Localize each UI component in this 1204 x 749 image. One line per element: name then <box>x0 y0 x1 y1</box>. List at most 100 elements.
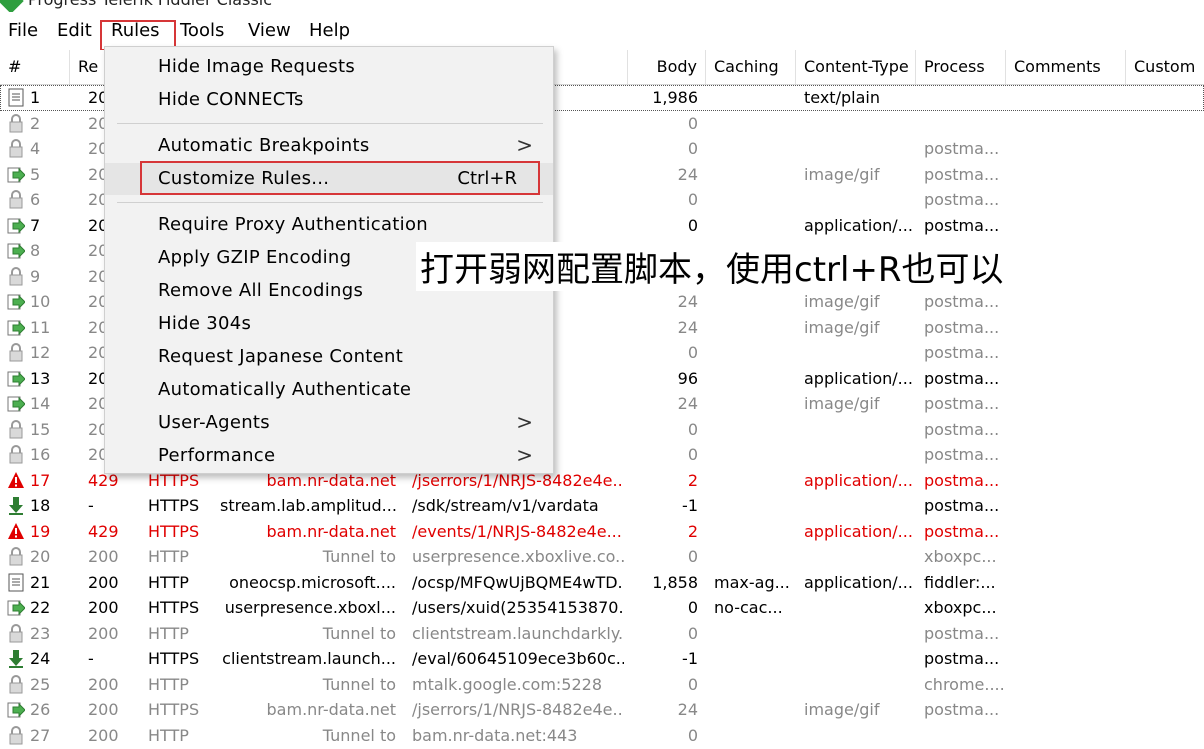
menu-bar: File Edit Rules Tools View Help <box>0 14 1204 48</box>
col-custom-header[interactable]: Custom <box>1126 50 1204 84</box>
session-row[interactable]: 20 200 HTTP Tunnel to userpresence.xboxlive.… <box>0 544 1204 570</box>
cell-process: fiddler:... <box>924 572 996 592</box>
menu-item-require-proxy-auth[interactable]: Require Proxy Authentication <box>105 209 553 241</box>
cell-content-type <box>804 544 916 570</box>
cell-result: - <box>88 649 94 668</box>
cell-host: oneocsp.microsoft.... <box>229 572 396 592</box>
cell-body: 24 <box>677 700 698 719</box>
col-body-header[interactable]: Body <box>628 50 706 84</box>
cell-host: stream.lab.amplitud... <box>220 496 396 515</box>
session-row[interactable]: 19 429 HTTPS bam.nr-data.net/events/1/NRJS-… <box>0 519 1204 545</box>
menu-item-hide-image-requests[interactable]: Hide Image Requests <box>105 51 553 83</box>
cell-protocol: HTTPS <box>148 598 200 617</box>
col-content-type-header[interactable]: Content-Type <box>796 50 916 84</box>
menu-item-request-japanese[interactable]: Request Japanese Content <box>105 341 553 373</box>
cell-result: 200 <box>88 623 119 643</box>
cell-num: 9 <box>30 266 41 286</box>
cell-process: postma... <box>924 139 1000 158</box>
col-url-header-edge[interactable] <box>552 50 628 84</box>
window-title: Progress Telerik Fiddler Classic <box>28 0 272 9</box>
cell-caching <box>714 672 798 698</box>
session-row[interactable]: 23 200 HTTP Tunnel to clientstream.launchdar… <box>0 621 1204 647</box>
lock-icon <box>7 190 25 209</box>
cell-caching: no-cac... <box>714 598 783 617</box>
cell-num: 22 <box>30 598 51 617</box>
cell-body: 0 <box>687 113 698 133</box>
menu-edit[interactable]: Edit <box>57 20 92 41</box>
cell-content-type <box>804 442 916 468</box>
col-comments-header[interactable]: Comments <box>1006 50 1126 84</box>
cell-result: 200 <box>88 572 119 592</box>
cell-num: 11 <box>30 317 51 337</box>
lock-icon <box>7 113 25 133</box>
cell-num: 7 <box>30 215 41 235</box>
image-arrow-icon <box>7 700 26 719</box>
menu-item-label: Hide Image Requests <box>158 56 356 77</box>
cell-caching <box>714 544 798 570</box>
cell-content-type: image/gif <box>804 394 880 413</box>
col-num-header[interactable]: # <box>0 50 70 84</box>
col-process-header[interactable]: Process <box>916 50 1006 84</box>
cell-protocol: HTTP <box>148 623 189 643</box>
cell-body: 96 <box>677 368 698 388</box>
cell-body: 0 <box>687 725 698 745</box>
cell-content-type <box>804 621 916 647</box>
session-row[interactable]: 25 200 HTTP Tunnel to mtalk.google.com:5228 0… <box>0 672 1204 698</box>
session-row[interactable]: 24 - HTTPS clientstream.launch... /eval/6064… <box>0 646 1204 672</box>
image-arrow-icon <box>7 165 26 184</box>
cell-process: postma... <box>924 700 1000 719</box>
cell-protocol: HTTPS <box>148 700 200 719</box>
cell-content-type <box>804 417 916 443</box>
menu-item-automatic-breakpoints[interactable]: Automatic Breakpoints > <box>105 130 553 162</box>
cell-result: 200 <box>88 700 119 719</box>
cell-protocol: HTTP <box>148 725 189 745</box>
cell-result: 200 <box>88 674 119 694</box>
cell-content-type: application/... <box>804 470 913 490</box>
menu-item-user-agents[interactable]: User-Agents > <box>105 407 553 439</box>
menu-separator <box>117 123 543 124</box>
session-row[interactable]: 21 200 HTTP oneocsp.microsoft.... /ocsp/MFQw… <box>0 570 1204 596</box>
cell-result: - <box>88 496 94 515</box>
cell-host: bam.nr-data.net <box>266 700 396 719</box>
cell-process: postma... <box>924 292 1000 311</box>
menu-item-performance[interactable]: Performance > <box>105 440 553 472</box>
cell-body: 0 <box>687 623 698 643</box>
cell-caching: max-ag... <box>714 572 790 592</box>
cell-content-type: text/plain <box>804 88 880 107</box>
cell-num: 12 <box>30 343 51 362</box>
cell-process: postma... <box>924 496 1000 515</box>
menu-item-hide-304s[interactable]: Hide 304s <box>105 308 553 340</box>
cell-num: 4 <box>30 139 41 158</box>
submenu-arrow-icon: > <box>516 443 533 467</box>
cell-num: 16 <box>30 445 51 464</box>
cell-body: 0 <box>687 445 698 464</box>
cell-result: 200 <box>88 547 119 566</box>
menu-view[interactable]: View <box>248 20 291 41</box>
session-row[interactable]: 27 200 HTTP Tunnel to bam.nr-data.net:443 0 <box>0 723 1204 749</box>
cell-body: 0 <box>687 215 698 235</box>
lock-icon <box>7 419 25 439</box>
menu-tools[interactable]: Tools <box>180 20 224 41</box>
cell-num: 17 <box>30 470 51 490</box>
menu-item-label: Hide 304s <box>158 313 252 334</box>
cell-content-type <box>804 646 916 672</box>
cell-process <box>924 85 1004 111</box>
session-row[interactable]: 22 200 HTTPS userpresence.xboxl... /users/xu… <box>0 595 1204 621</box>
cell-process: xboxpc... <box>924 598 997 617</box>
cell-num: 13 <box>30 368 51 388</box>
menu-item-hide-connects[interactable]: Hide CONNECTs <box>105 84 553 116</box>
menu-help[interactable]: Help <box>309 20 350 41</box>
cell-process: postma... <box>924 394 1000 413</box>
lock-icon <box>7 623 25 643</box>
cell-num: 19 <box>30 521 51 541</box>
session-row[interactable]: 18 - HTTPS stream.lab.amplitud... /sdk/strea… <box>0 493 1204 519</box>
menu-file[interactable]: File <box>8 20 38 41</box>
session-row[interactable]: 26 200 HTTPS bam.nr-data.net/jserrors/1/NRJ… <box>0 697 1204 723</box>
menu-item-label: Request Japanese Content <box>158 346 404 367</box>
cell-process: xboxpc... <box>924 547 997 566</box>
cell-protocol: HTTP <box>148 674 189 694</box>
cell-host: Tunnel to <box>322 725 396 745</box>
download-arrow-icon <box>7 649 25 668</box>
menu-item-auto-authenticate[interactable]: Automatically Authenticate <box>105 374 553 406</box>
col-caching-header[interactable]: Caching <box>706 50 796 84</box>
